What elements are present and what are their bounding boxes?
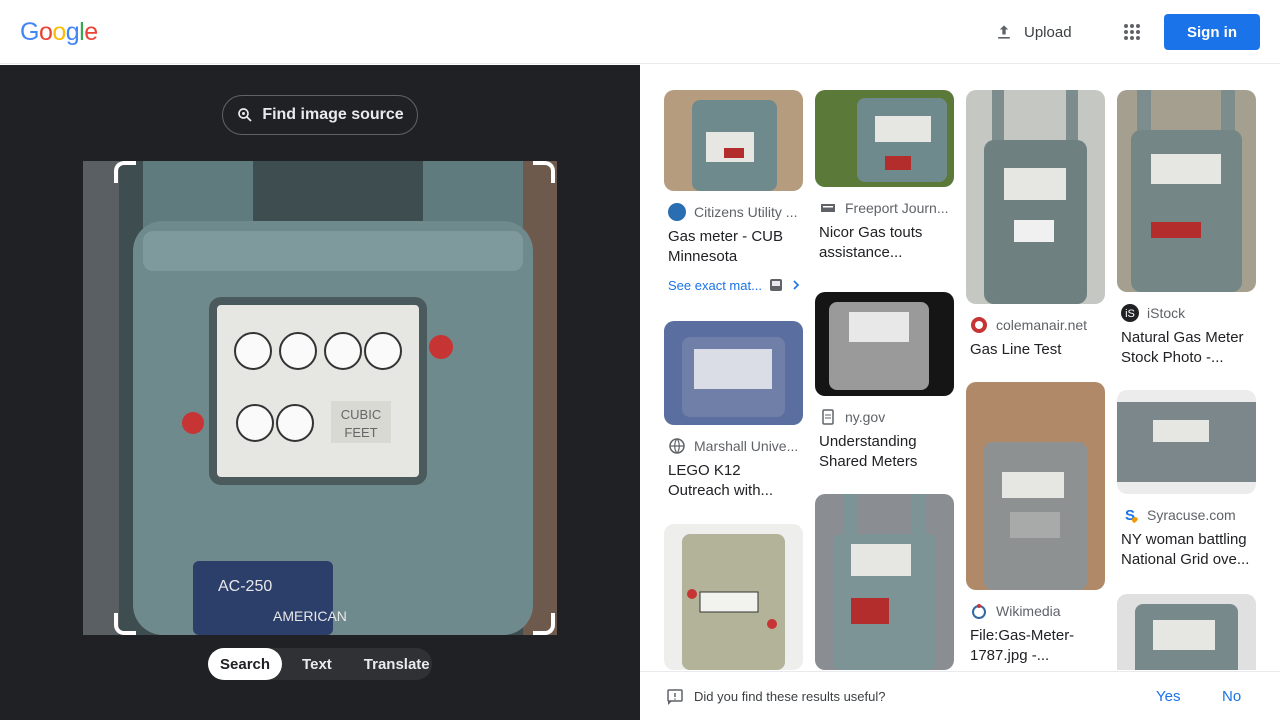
- result-thumbnail[interactable]: [1117, 90, 1256, 292]
- see-exact-matches-link[interactable]: See exact mat...: [664, 277, 803, 293]
- result-source: colemanair.net: [996, 317, 1088, 333]
- result-source: Marshall Unive...: [694, 438, 799, 454]
- result-title[interactable]: Natural Gas Meter Stock Photo -...: [1117, 328, 1256, 368]
- svg-text:CUBIC: CUBIC: [341, 407, 381, 422]
- svg-text:FEET: FEET: [344, 425, 377, 440]
- result-title[interactable]: File:Gas-Meter-1787.jpg -...: [966, 626, 1105, 666]
- result-thumbnail[interactable]: [966, 382, 1105, 590]
- apps-grid-icon: [1124, 24, 1140, 40]
- result-source: iStock: [1147, 305, 1186, 321]
- result-card[interactable]: colemanair.net Gas Line Test: [966, 90, 1105, 360]
- feedback-yes-button[interactable]: Yes: [1156, 688, 1180, 705]
- result-card[interactable]: Wikimedia File:Gas-Meter-1787.jpg -...: [966, 382, 1105, 666]
- result-thumbnail[interactable]: [664, 90, 803, 191]
- result-thumbnail[interactable]: [815, 90, 954, 187]
- result-title[interactable]: Understanding Shared Meters: [815, 432, 954, 472]
- result-title[interactable]: LEGO K12 Outreach with...: [664, 461, 803, 501]
- crop-handle-bottom-right[interactable]: [533, 613, 555, 635]
- result-title[interactable]: NY woman battling National Grid ove...: [1117, 530, 1256, 570]
- top-bar: Google Upload Sign in: [0, 0, 1280, 64]
- result-card[interactable]: ny.gov Understanding Shared Meters: [815, 292, 954, 472]
- svg-text:AC-250: AC-250: [218, 578, 272, 595]
- crop-handle-top-left[interactable]: [114, 161, 136, 183]
- feedback-no-button[interactable]: No: [1222, 688, 1241, 705]
- newspaper-icon: [821, 204, 835, 212]
- result-card[interactable]: iS iStock Natural Gas Meter Stock Photo …: [1117, 90, 1256, 368]
- sign-in-button[interactable]: Sign in: [1164, 14, 1260, 50]
- result-source: Wikimedia: [996, 603, 1061, 619]
- svg-text:AMERICAN: AMERICAN: [273, 608, 347, 624]
- lens-search-icon: [238, 108, 252, 122]
- google-logo[interactable]: Google: [20, 18, 98, 47]
- wikimedia-favicon-icon: [972, 604, 986, 619]
- image-stack-icon: [769, 279, 782, 291]
- syracuse-favicon-icon: S: [1125, 507, 1138, 524]
- result-title[interactable]: Gas Line Test: [966, 340, 1105, 360]
- document-icon: [822, 409, 834, 425]
- globe-icon: [669, 438, 685, 454]
- find-image-source-label: Find image source: [262, 106, 404, 123]
- result-card[interactable]: S Syracuse.com NY woman battling Nationa…: [1117, 390, 1256, 570]
- gas-meter-image: CUBIC FEET AC-250 AMERICAN: [83, 161, 557, 635]
- tab-text[interactable]: Text: [282, 648, 346, 680]
- upload-label: Upload: [1024, 23, 1072, 41]
- result-card[interactable]: Freeport Journ... Nicor Gas touts assist…: [815, 90, 954, 263]
- result-source: Citizens Utility ...: [694, 204, 798, 220]
- tab-translate[interactable]: Translate: [346, 648, 442, 680]
- result-card[interactable]: [664, 524, 803, 670]
- result-source: Syracuse.com: [1147, 507, 1236, 523]
- result-source: Freeport Journ...: [845, 200, 949, 216]
- find-image-source-button[interactable]: Find image source: [222, 95, 418, 135]
- result-title[interactable]: Gas meter - CUB Minnesota: [664, 227, 803, 267]
- result-thumbnail[interactable]: [664, 321, 803, 425]
- result-thumbnail[interactable]: [815, 494, 954, 670]
- result-thumbnail[interactable]: [815, 292, 954, 396]
- svg-text:iS: iS: [1125, 308, 1135, 320]
- result-thumbnail[interactable]: [664, 524, 803, 670]
- result-card[interactable]: [1117, 594, 1256, 670]
- result-source: ny.gov: [845, 409, 886, 425]
- favicon-icon: [668, 203, 686, 221]
- result-thumbnail[interactable]: [966, 90, 1105, 304]
- lens-mode-tabs: Search Text Translate: [208, 648, 432, 680]
- result-thumbnail[interactable]: [1117, 390, 1256, 494]
- crop-handle-top-right[interactable]: [533, 161, 555, 183]
- crop-handle-bottom-left[interactable]: [114, 613, 136, 635]
- apps-button[interactable]: [1116, 16, 1148, 48]
- result-title[interactable]: Nicor Gas touts assistance...: [815, 223, 954, 263]
- query-image[interactable]: CUBIC FEET AC-250 AMERICAN: [83, 161, 557, 635]
- feedback-bar: Did you find these results useful? Yes N…: [640, 671, 1280, 720]
- query-image-panel: Find image source CUBIC FEET AC-250 AMER…: [0, 65, 640, 720]
- visual-matches-grid: Citizens Utility ... Gas meter - CUB Min…: [640, 65, 1280, 670]
- istock-favicon-icon: iS: [1121, 304, 1139, 322]
- result-card[interactable]: Citizens Utility ... Gas meter - CUB Min…: [664, 90, 803, 293]
- upload-icon: [998, 25, 1010, 39]
- feedback-question: Did you find these results useful?: [694, 689, 886, 704]
- result-card[interactable]: [815, 494, 954, 670]
- feedback-icon: [667, 689, 683, 705]
- colemanair-favicon-icon: [971, 317, 987, 333]
- result-thumbnail[interactable]: [1117, 594, 1256, 670]
- result-card[interactable]: Marshall Unive... LEGO K12 Outreach with…: [664, 321, 803, 501]
- upload-button[interactable]: Upload: [984, 14, 1082, 50]
- tab-search[interactable]: Search: [208, 648, 283, 680]
- chevron-right-icon: [793, 280, 800, 290]
